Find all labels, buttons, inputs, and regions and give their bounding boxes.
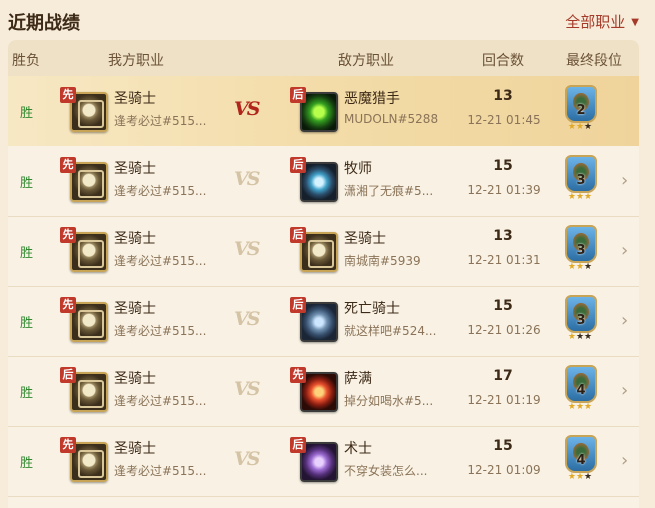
- opp-player-name: 不穿女装怎么...: [344, 464, 428, 478]
- my-class-name: 圣骑士: [114, 301, 156, 317]
- match-time: 12-21 01:19: [467, 393, 541, 407]
- my-class-name: 圣骑士: [114, 441, 156, 457]
- caret-down-icon: ▼: [631, 17, 639, 28]
- result-label: 胜: [20, 106, 34, 121]
- my-class-name: 圣骑士: [114, 371, 156, 387]
- table-header: 胜负 我方职业 敌方职业 回合数 最终段位: [8, 40, 639, 76]
- opp-player-name: 掉分如喝水#5...: [344, 394, 434, 408]
- turn-count: 13: [493, 228, 513, 244]
- my-class-name: 圣骑士: [114, 91, 156, 107]
- chevron-right-icon[interactable]: ›: [621, 450, 628, 471]
- match-time: 12-21 01:26: [467, 323, 541, 337]
- match-time: 12-21 01:09: [467, 463, 541, 477]
- opp-class-name: 圣骑士: [344, 231, 386, 247]
- turn-order-badge: 后: [290, 157, 306, 173]
- table-row[interactable]: 胜 先 圣骑士逢考必过#515... VS 后 牧师潇湘了无痕#5... 15 12-21 0…: [8, 146, 639, 217]
- my-player-name: 逢考必过#515...: [114, 114, 207, 128]
- opp-player-name: 南城南#5939: [344, 254, 421, 268]
- match-history-table: 胜负 我方职业 敌方职业 回合数 最终段位 胜先圣骑士 逢考必过#515... VS…: [8, 40, 639, 508]
- turn-order-badge: 后: [290, 437, 306, 453]
- rank-stars-icon: ★★★: [567, 262, 593, 272]
- turn-order-badge: 先: [60, 157, 76, 173]
- turn-order-badge: 后: [290, 87, 306, 103]
- vs-icon: VS: [234, 308, 261, 330]
- class-filter-dropdown[interactable]: 全部职业 ▼: [565, 11, 639, 32]
- opp-player-name: MUDOLN#5288: [344, 112, 439, 126]
- result-label: 胜: [20, 316, 34, 331]
- class-filter-label: 全部职业: [565, 13, 626, 31]
- page-title: 近期战绩: [8, 13, 80, 34]
- rank-number: 3: [576, 313, 586, 328]
- turn-count: 15: [493, 158, 513, 174]
- table-row[interactable]: 胜 先 圣骑士逢考必过#515... VS 后 死亡骑士就这样吧#524... 15 12-2…: [8, 286, 639, 357]
- opp-class-name: 恶魔猎手: [344, 91, 400, 107]
- turn-order-badge: 先: [60, 227, 76, 243]
- vs-icon: VS: [234, 238, 261, 260]
- match-time: 12-21 01:45: [467, 113, 541, 127]
- result-label: 胜: [20, 386, 34, 401]
- result-label: 胜: [20, 176, 34, 191]
- vs-icon: VS: [234, 378, 261, 400]
- col-result: 胜负: [12, 53, 40, 69]
- table-row[interactable]: 胜 先 圣骑士逢考必过#515... VS 后 圣骑士南城南#5939 13 12-21 01…: [8, 216, 639, 287]
- rank-number: 3: [576, 243, 586, 258]
- turn-order-badge: 先: [60, 437, 76, 453]
- rank-number: 4: [576, 383, 586, 398]
- vs-icon: VS: [234, 448, 261, 470]
- turn-count: 17: [493, 368, 513, 384]
- opp-class-name: 萨满: [344, 371, 372, 387]
- chevron-right-icon[interactable]: ›: [621, 310, 628, 331]
- opp-player-name: 潇湘了无痕#5...: [344, 184, 434, 198]
- chevron-right-icon[interactable]: ›: [621, 380, 628, 401]
- my-player-name: 逢考必过#515...: [114, 324, 207, 338]
- vs-icon: VS: [234, 98, 261, 120]
- header: 近期战绩 全部职业 ▼: [0, 0, 655, 40]
- my-class-name: 圣骑士: [114, 161, 156, 177]
- my-player-name: 逢考必过#515...: [114, 184, 207, 198]
- turn-order-badge: 后: [290, 227, 306, 243]
- rank-stars-icon: ★★★: [567, 472, 593, 482]
- my-player-name: 逢考必过#515...: [114, 394, 207, 408]
- turn-order-badge: 后: [60, 367, 76, 383]
- turn-order-badge: 后: [290, 297, 306, 313]
- rank-stars-icon: ★★★: [567, 122, 593, 132]
- col-final-rank: 最终段位: [566, 53, 622, 69]
- result-label: 胜: [20, 246, 34, 261]
- col-turns: 回合数: [482, 53, 524, 69]
- chevron-right-icon[interactable]: ›: [621, 240, 628, 261]
- opp-class-name: 死亡骑士: [344, 301, 400, 317]
- opp-player-name: 就这样吧#524...: [344, 324, 437, 338]
- vs-icon: VS: [234, 168, 261, 190]
- rank-number: 3: [576, 173, 586, 188]
- turn-order-badge: 先: [290, 367, 306, 383]
- opp-class-name: 牧师: [344, 161, 372, 177]
- turn-count: 15: [493, 438, 513, 454]
- my-class-name: 圣骑士: [114, 231, 156, 247]
- turn-order-badge: 先: [60, 87, 76, 103]
- my-player-name: 逢考必过#515...: [114, 464, 207, 478]
- turn-count: 13: [493, 88, 513, 104]
- table-row[interactable]: 胜 先 圣骑士逢考必过#515... VS 后 恶魔猎手 MUDOLN#5288 13 12-2…: [8, 76, 639, 146]
- table-row[interactable]: 胜 先 圣骑士逢考必过#515... VS 后 术士不穿女装怎么... 15 12-21 01…: [8, 426, 639, 497]
- rank-stars-icon: ★★★: [567, 402, 593, 412]
- rank-number: 4: [576, 453, 586, 468]
- rank-stars-icon: ★★★: [567, 332, 593, 342]
- turn-count: 15: [493, 298, 513, 314]
- chevron-right-icon[interactable]: ›: [621, 170, 628, 191]
- my-player-name: 逢考必过#515...: [114, 254, 207, 268]
- col-opp-class: 敌方职业: [338, 53, 394, 69]
- col-my-class: 我方职业: [108, 53, 164, 69]
- rank-number: 2: [576, 103, 586, 118]
- opp-class-name: 术士: [344, 441, 372, 457]
- match-time: 12-21 01:39: [467, 183, 541, 197]
- match-time: 12-21 01:31: [467, 253, 541, 267]
- rank-stars-icon: ★★★: [567, 192, 593, 202]
- table-row[interactable]: 胜 后 圣骑士逢考必过#515... VS 先 萨满掉分如喝水#5... 17 12-21 0…: [8, 356, 639, 427]
- turn-order-badge: 先: [60, 297, 76, 313]
- result-label: 胜: [20, 456, 34, 471]
